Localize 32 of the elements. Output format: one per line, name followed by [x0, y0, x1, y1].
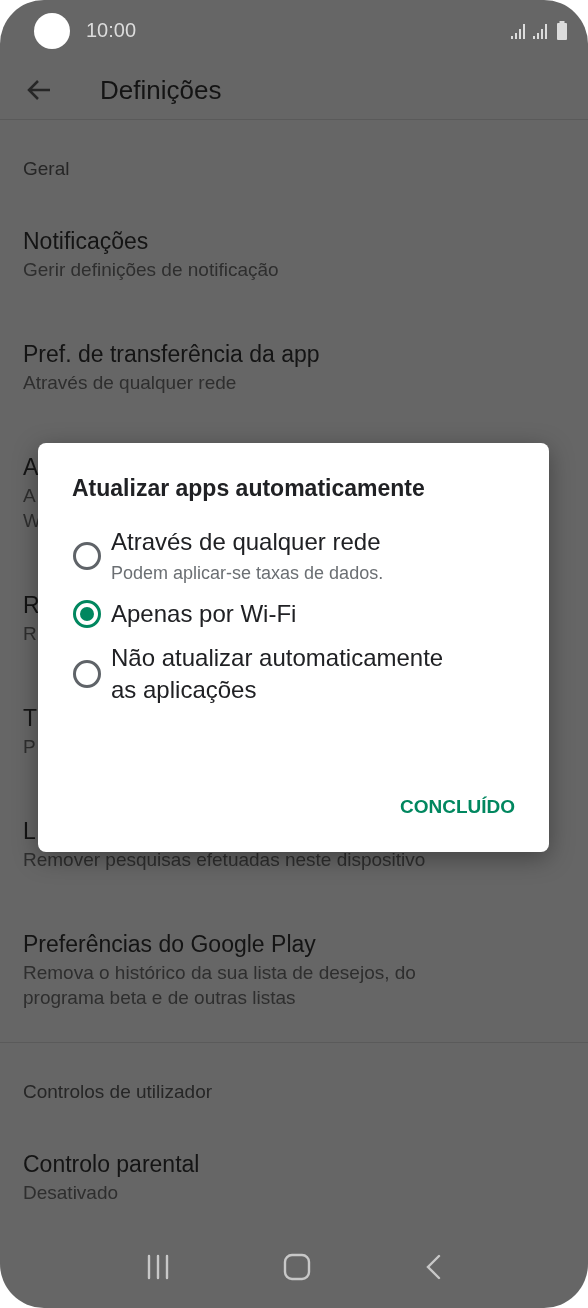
setting-subtitle: Remova o histórico da sua lista de desejos, do programa beta e de outras listas [23, 960, 416, 1010]
status-time: 10:00 [86, 19, 138, 43]
back-arrow-icon[interactable] [26, 78, 52, 102]
battery-icon [556, 20, 568, 41]
setting-subtitle: Gerir definições de notificação [23, 257, 279, 282]
signal-icon [510, 21, 528, 40]
done-button[interactable]: CONCLUÍDO [399, 790, 515, 824]
setting-subtitle: Desativado [23, 1180, 119, 1205]
setting-title[interactable]: Controlo parental [23, 1147, 200, 1180]
setting-title[interactable]: T [23, 701, 38, 734]
setting-title[interactable]: R [23, 588, 40, 621]
setting-title[interactable]: L [23, 814, 36, 847]
dialog-title: Atualizar apps automaticamente [72, 475, 426, 502]
section-header: Geral [22, 156, 71, 181]
setting-title[interactable]: A [23, 450, 39, 483]
recent-apps-icon[interactable] [146, 1254, 171, 1281]
setting-title[interactable]: Pref. de transferência da app [23, 337, 320, 370]
radio-button[interactable] [72, 659, 102, 689]
section-header: Controlos de utilizador [22, 1079, 214, 1104]
option-label[interactable]: Através de qualquer rede [111, 526, 384, 558]
setting-title[interactable]: Notificações [23, 224, 149, 257]
radio-button[interactable] [72, 599, 102, 629]
camera-hole [34, 12, 70, 49]
option-label[interactable]: Apenas por Wi-Fi [111, 598, 297, 630]
home-icon[interactable] [283, 1253, 311, 1282]
setting-subtitle: Através de qualquer rede [23, 370, 237, 395]
option-detail: Podem aplicar-se taxas de dados. [111, 562, 384, 585]
page-title: Definições [100, 74, 222, 106]
setting-title[interactable]: Preferências do Google Play [23, 927, 316, 960]
radio-button[interactable] [72, 541, 102, 571]
option-label[interactable]: Não atualizar automaticamente as aplicações [111, 642, 461, 706]
signal-icon [532, 21, 550, 40]
